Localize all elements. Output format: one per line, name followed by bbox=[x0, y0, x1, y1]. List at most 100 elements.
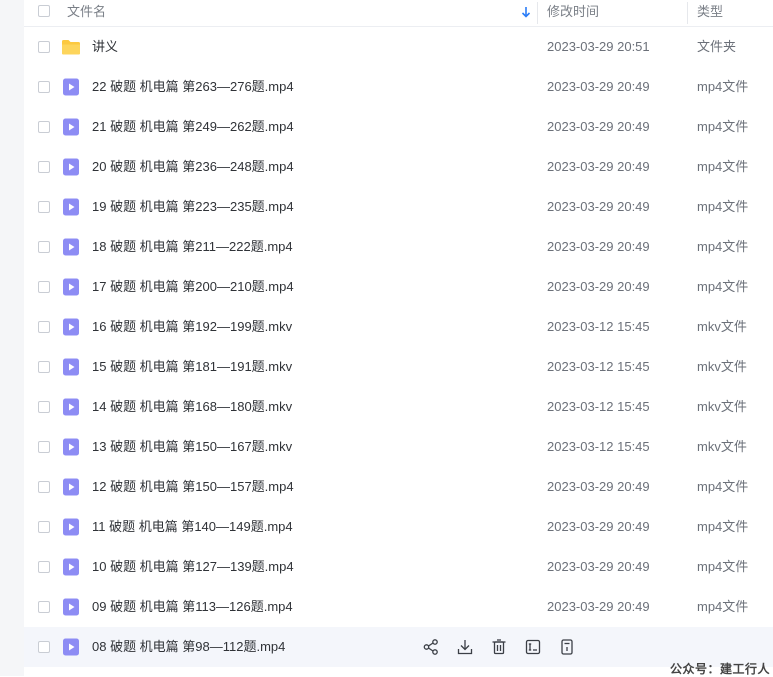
rename-icon[interactable] bbox=[524, 638, 542, 656]
video-file-icon bbox=[63, 158, 79, 176]
row-checkbox[interactable] bbox=[38, 401, 50, 413]
sort-arrow-down-icon[interactable] bbox=[520, 5, 532, 19]
row-checkbox[interactable] bbox=[38, 241, 50, 253]
file-row[interactable]: 14 破题 机电篇 第168—180题.mkv 2023-03-12 15:45 m… bbox=[24, 387, 773, 427]
file-name[interactable]: 20 破题 机电篇 第236—248题.mp4 bbox=[92, 147, 294, 187]
modified-time: 2023-03-29 20:49 bbox=[547, 119, 650, 134]
file-type: 文件夹 bbox=[697, 39, 737, 54]
download-icon[interactable] bbox=[456, 638, 474, 656]
file-type: mkv文件 bbox=[697, 359, 747, 374]
row-checkbox[interactable] bbox=[38, 481, 50, 493]
file-name[interactable]: 19 破题 机电篇 第223—235题.mp4 bbox=[92, 187, 294, 227]
row-checkbox[interactable] bbox=[38, 201, 50, 213]
file-row[interactable]: 15 破题 机电篇 第181—191题.mkv 2023-03-12 15:45 m… bbox=[24, 347, 773, 387]
list-header: 文件名 修改时间 类型 bbox=[24, 0, 773, 27]
modified-time: 2023-03-29 20:49 bbox=[547, 199, 650, 214]
row-checkbox[interactable] bbox=[38, 641, 50, 653]
row-checkbox[interactable] bbox=[38, 561, 50, 573]
video-file-icon bbox=[63, 558, 79, 576]
more-icon[interactable] bbox=[558, 638, 576, 656]
file-row[interactable]: 10 破题 机电篇 第127—139题.mp4 2023-03-29 20:49 m… bbox=[24, 547, 773, 587]
watermark-text: 公众号：建工行人 bbox=[670, 662, 771, 676]
video-file-icon bbox=[63, 398, 79, 416]
file-row[interactable]: 16 破题 机电篇 第192—199题.mkv 2023-03-12 15:45 m… bbox=[24, 307, 773, 347]
row-checkbox[interactable] bbox=[38, 321, 50, 333]
file-row[interactable]: 21 破题 机电篇 第249—262题.mp4 2023-03-29 20:49 m… bbox=[24, 107, 773, 147]
row-checkbox[interactable] bbox=[38, 161, 50, 173]
video-file-icon bbox=[63, 118, 79, 136]
video-file-icon bbox=[63, 438, 79, 456]
modified-time: 2023-03-29 20:49 bbox=[547, 279, 650, 294]
file-name[interactable]: 10 破题 机电篇 第127—139题.mp4 bbox=[92, 547, 294, 587]
modified-time: 2023-03-29 20:49 bbox=[547, 159, 650, 174]
file-type: mp4文件 bbox=[697, 199, 749, 214]
row-checkbox[interactable] bbox=[38, 121, 50, 133]
file-type: mp4文件 bbox=[697, 479, 749, 494]
file-row[interactable]: 12 破题 机电篇 第150—157题.mp4 2023-03-29 20:49 m… bbox=[24, 467, 773, 507]
video-file-icon bbox=[63, 638, 79, 656]
file-type: mkv文件 bbox=[697, 439, 747, 454]
file-name[interactable]: 18 破题 机电篇 第211—222题.mp4 bbox=[92, 227, 293, 267]
file-type: mp4文件 bbox=[697, 159, 749, 174]
file-name[interactable]: 16 破题 机电篇 第192—199题.mkv bbox=[92, 307, 292, 347]
file-name[interactable]: 讲义 bbox=[92, 27, 118, 67]
row-checkbox[interactable] bbox=[38, 281, 50, 293]
modified-time: 2023-03-29 20:49 bbox=[547, 519, 650, 534]
video-file-icon bbox=[63, 238, 79, 256]
file-row[interactable]: 09 破题 机电篇 第113—126题.mp4 2023-03-29 20:49 m… bbox=[24, 587, 773, 627]
video-file-icon bbox=[63, 318, 79, 336]
modified-time: 2023-03-12 15:45 bbox=[547, 319, 650, 334]
left-gutter bbox=[0, 0, 24, 676]
file-name[interactable]: 17 破题 机电篇 第200—210题.mp4 bbox=[92, 267, 294, 307]
file-row[interactable]: 08 破题 机电篇 第98—112题.mp4 bbox=[24, 627, 773, 667]
modified-time: 2023-03-12 15:45 bbox=[547, 359, 650, 374]
video-file-icon bbox=[63, 478, 79, 496]
file-row[interactable]: 22 破题 机电篇 第263—276题.mp4 2023-03-29 20:49 m… bbox=[24, 67, 773, 107]
column-divider[interactable] bbox=[687, 2, 688, 24]
row-checkbox[interactable] bbox=[38, 441, 50, 453]
delete-icon[interactable] bbox=[490, 638, 508, 656]
file-type: mp4文件 bbox=[697, 599, 749, 614]
file-type: mkv文件 bbox=[697, 319, 747, 334]
file-name[interactable]: 11 破题 机电篇 第140—149题.mp4 bbox=[92, 507, 293, 547]
file-name[interactable]: 21 破题 机电篇 第249—262题.mp4 bbox=[92, 107, 294, 147]
file-name[interactable]: 13 破题 机电篇 第150—167题.mkv bbox=[92, 427, 292, 467]
modified-time: 2023-03-29 20:51 bbox=[547, 39, 650, 54]
column-divider[interactable] bbox=[537, 2, 538, 24]
row-checkbox[interactable] bbox=[38, 361, 50, 373]
file-type: mp4文件 bbox=[697, 119, 749, 134]
file-row[interactable]: 13 破题 机电篇 第150—167题.mkv 2023-03-12 15:45 m… bbox=[24, 427, 773, 467]
file-type: mkv文件 bbox=[697, 399, 747, 414]
modified-time: 2023-03-29 20:49 bbox=[547, 559, 650, 574]
video-file-icon bbox=[63, 78, 79, 96]
row-checkbox[interactable] bbox=[38, 41, 50, 53]
file-name[interactable]: 15 破题 机电篇 第181—191题.mkv bbox=[92, 347, 292, 387]
video-file-icon bbox=[63, 598, 79, 616]
video-file-icon bbox=[63, 518, 79, 536]
file-name[interactable]: 09 破题 机电篇 第113—126题.mp4 bbox=[92, 587, 293, 627]
video-file-icon bbox=[63, 358, 79, 376]
file-name[interactable]: 12 破题 机电篇 第150—157题.mp4 bbox=[92, 467, 294, 507]
file-row[interactable]: 11 破题 机电篇 第140—149题.mp4 2023-03-29 20:49 m… bbox=[24, 507, 773, 547]
file-name[interactable]: 14 破题 机电篇 第168—180题.mkv bbox=[92, 387, 292, 427]
share-icon[interactable] bbox=[422, 638, 440, 656]
video-file-icon bbox=[63, 198, 79, 216]
column-header-time[interactable]: 修改时间 bbox=[547, 0, 599, 26]
file-row[interactable]: 20 破题 机电篇 第236—248题.mp4 2023-03-29 20:49 m… bbox=[24, 147, 773, 187]
file-type: mp4文件 bbox=[697, 79, 749, 94]
folder-row[interactable]: 讲义 2023-03-29 20:51 文件夹 bbox=[24, 27, 773, 67]
modified-time: 2023-03-12 15:45 bbox=[547, 399, 650, 414]
file-row[interactable]: 17 破题 机电篇 第200—210题.mp4 2023-03-29 20:49 m… bbox=[24, 267, 773, 307]
file-list-page: 文件名 修改时间 类型 讲义 2023-03-29 20:51 文件夹 22 破题 机… bbox=[0, 0, 773, 676]
row-checkbox[interactable] bbox=[38, 601, 50, 613]
file-row[interactable]: 19 破题 机电篇 第223—235题.mp4 2023-03-29 20:49 m… bbox=[24, 187, 773, 227]
column-header-type[interactable]: 类型 bbox=[697, 0, 723, 26]
select-all-checkbox[interactable] bbox=[38, 5, 50, 17]
row-checkbox[interactable] bbox=[38, 81, 50, 93]
file-row[interactable]: 18 破题 机电篇 第211—222题.mp4 2023-03-29 20:49 m… bbox=[24, 227, 773, 267]
row-checkbox[interactable] bbox=[38, 521, 50, 533]
column-header-name[interactable]: 文件名 bbox=[67, 0, 106, 26]
file-name[interactable]: 08 破题 机电篇 第98—112题.mp4 bbox=[92, 627, 285, 667]
video-file-icon bbox=[63, 278, 79, 296]
file-name[interactable]: 22 破题 机电篇 第263—276题.mp4 bbox=[92, 67, 294, 107]
